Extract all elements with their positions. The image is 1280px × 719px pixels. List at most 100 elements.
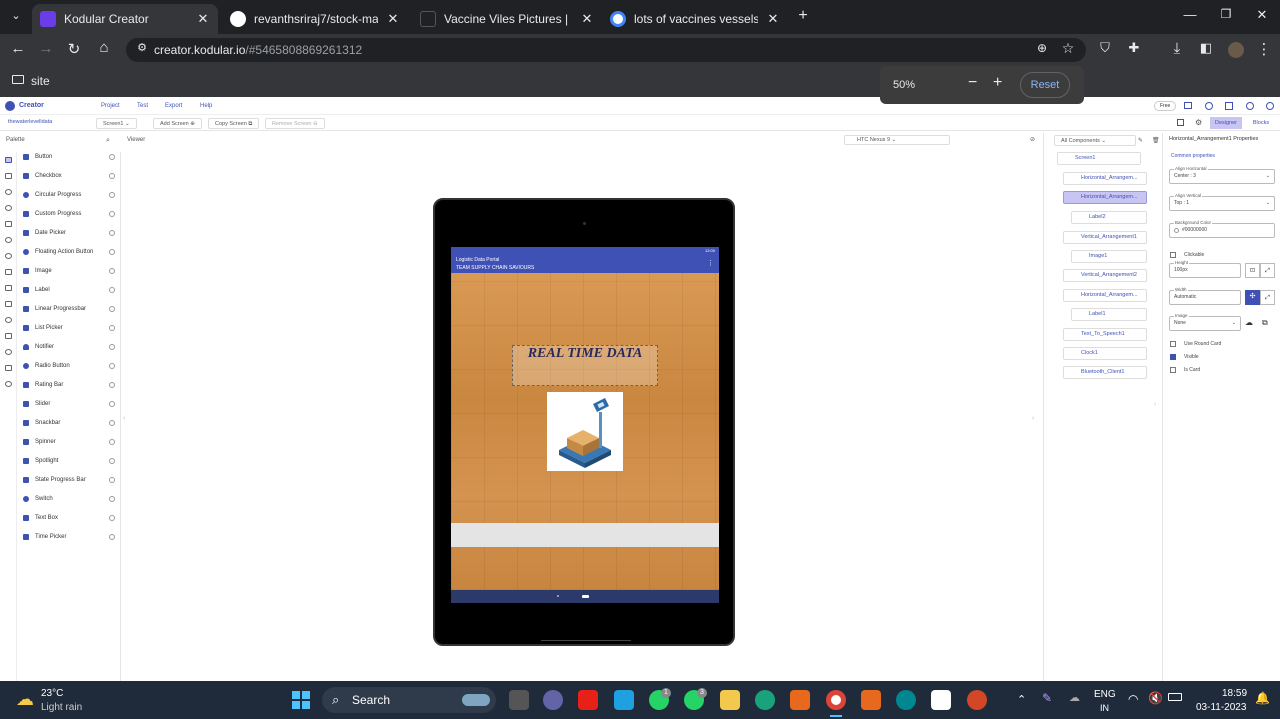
close-icon[interactable]: ✕ <box>580 11 594 27</box>
expand-right-icon[interactable]: › <box>1154 401 1156 408</box>
bookmark-site[interactable]: site <box>31 74 50 88</box>
windows-start-icon[interactable] <box>292 691 310 709</box>
close-icon[interactable]: ✕ <box>386 11 400 27</box>
zoom-in-button[interactable]: + <box>993 74 1002 92</box>
cloud-icon[interactable]: ☁ <box>1069 691 1080 704</box>
tree-node-label2[interactable]: Label2 <box>1071 211 1147 224</box>
info-icon[interactable] <box>109 381 115 388</box>
weather-cloud-icon[interactable]: ☁ <box>16 689 34 710</box>
blocks-button[interactable]: Blocks <box>1245 117 1277 129</box>
teams-icon[interactable] <box>543 690 563 710</box>
image-select[interactable]: None ⌄ <box>1169 316 1241 331</box>
clock-time[interactable]: 18:59 <box>1222 688 1247 699</box>
region-indicator[interactable]: IN <box>1100 703 1109 713</box>
folder-icon[interactable] <box>1184 102 1192 109</box>
info-icon[interactable] <box>109 324 115 331</box>
add-screen-button[interactable]: Add Screen ⊕ <box>153 118 202 129</box>
settings-icon[interactable]: ⚙ <box>1195 118 1202 127</box>
menu-help[interactable]: Help <box>200 103 212 109</box>
docs-icon[interactable] <box>1225 102 1233 110</box>
palette-item-text-box[interactable]: Text Box <box>23 508 115 527</box>
tree-node-vertical1[interactable]: Vertical_Arrangement1 <box>1063 231 1147 244</box>
close-icon[interactable]: ✕ <box>196 11 210 27</box>
info-icon[interactable] <box>109 191 115 198</box>
category-google-icon[interactable] <box>5 317 12 323</box>
info-icon[interactable] <box>109 229 115 236</box>
shield-icon[interactable]: ⛉ <box>1095 40 1115 56</box>
fill-parent-icon[interactable]: ⊡ <box>1245 263 1260 278</box>
remove-screen-button[interactable]: Remove Screen ⊖ <box>265 118 325 129</box>
palette-item-state-progress-bar[interactable]: State Progress Bar <box>23 470 115 489</box>
category-layout-icon[interactable] <box>5 173 12 179</box>
width-field[interactable]: Automatic <box>1169 290 1241 305</box>
task-view-icon[interactable] <box>509 690 529 710</box>
tree-node-tts[interactable]: Text_To_Speech1 <box>1063 328 1147 341</box>
back-icon[interactable]: ← <box>8 40 28 57</box>
palette-item-slider[interactable]: Slider <box>23 394 115 413</box>
collapse-left-icon[interactable]: ‹ <box>123 415 125 422</box>
info-icon[interactable] <box>109 514 115 521</box>
language-indicator[interactable]: ENG <box>1094 689 1116 700</box>
palette-item-checkbox[interactable]: Checkbox <box>23 166 115 185</box>
battery-icon[interactable] <box>1168 693 1182 701</box>
upload-icon[interactable]: ☁ <box>1245 318 1253 327</box>
menu-test[interactable]: Test <box>137 103 148 109</box>
arduino-icon[interactable] <box>896 690 916 710</box>
tree-node-screen1[interactable]: Screen1 <box>1057 152 1141 165</box>
address-bar[interactable]: ⚙ creator.kodular.io/#5465808869261312 ⊕… <box>126 38 1086 62</box>
capcut-icon[interactable] <box>931 690 951 710</box>
category-lego-icon[interactable] <box>5 365 12 371</box>
height-field[interactable]: 100px <box>1169 263 1241 278</box>
zoom-reset-button[interactable]: Reset <box>1020 72 1070 98</box>
menu-project[interactable]: Project <box>101 103 120 109</box>
info-icon[interactable] <box>109 400 115 407</box>
tree-node-vertical2[interactable]: Vertical_Arrangement2 <box>1063 269 1147 282</box>
powerpoint-icon[interactable] <box>967 690 987 710</box>
real-time-data-label[interactable]: REAL TIME DATA <box>528 346 643 361</box>
palette-item-spotlight[interactable]: Spotlight <box>23 451 115 470</box>
info-icon[interactable] <box>109 476 115 483</box>
category-other-icon[interactable] <box>5 381 12 387</box>
palette-item-list-picker[interactable]: List Picker <box>23 318 115 337</box>
is-card-checkbox[interactable] <box>1170 367 1176 373</box>
tree-node-horizontal2[interactable]: Horizontal_Arrangem... <box>1063 191 1147 204</box>
palette-item-label[interactable]: Label <box>23 280 115 299</box>
clickable-checkbox[interactable] <box>1170 252 1176 258</box>
weather-temp[interactable]: 23°C <box>41 688 63 699</box>
palette-item-circular-progress[interactable]: Circular Progress <box>23 185 115 204</box>
device-selector[interactable]: HTC Nexus 9 ⌄ <box>844 135 950 145</box>
info-icon[interactable] <box>109 286 115 293</box>
new-tab-icon[interactable]: + <box>793 7 813 25</box>
palette-item-linear-progressbar[interactable]: Linear Progressbar <box>23 299 115 318</box>
site-info-icon[interactable]: ⚙ <box>132 41 152 54</box>
category-maps-icon[interactable] <box>5 221 12 227</box>
reload-icon[interactable]: ↻ <box>64 40 84 58</box>
category-sensors-icon[interactable] <box>5 237 12 243</box>
info-icon[interactable] <box>109 248 115 255</box>
info-icon[interactable] <box>109 267 115 274</box>
palette-item-image[interactable]: Image <box>23 261 115 280</box>
info-icon[interactable] <box>109 495 115 502</box>
app-icon[interactable] <box>614 690 634 710</box>
info-icon[interactable] <box>109 153 115 160</box>
rename-icon[interactable]: ✎ <box>1138 137 1143 144</box>
category-drawing-icon[interactable] <box>5 205 12 211</box>
info-icon[interactable] <box>109 172 115 179</box>
tab-search-icon[interactable]: ⌄ <box>6 9 26 22</box>
forward-icon[interactable]: → <box>36 40 56 57</box>
category-social-icon[interactable] <box>5 253 12 259</box>
components-filter[interactable]: All Components ⌄ <box>1054 135 1136 146</box>
download-icon[interactable]: ⤓ <box>1167 40 1187 57</box>
tree-node-clock1[interactable]: Clock1 <box>1063 347 1147 360</box>
delete-icon[interactable]: 🗑 <box>1152 137 1160 144</box>
maximize-icon[interactable]: ❐ <box>1216 7 1236 21</box>
zoom-icon[interactable]: ⊕ <box>1032 41 1052 55</box>
edge-icon[interactable] <box>755 690 775 710</box>
image1-weighing-scale[interactable] <box>547 392 623 471</box>
youtube-icon[interactable] <box>578 690 598 710</box>
tree-node-bluetooth[interactable]: Bluetooth_Client1 <box>1063 366 1147 379</box>
palette-item-date-picker[interactable]: Date Picker <box>23 223 115 242</box>
category-monetization-icon[interactable] <box>5 333 12 339</box>
menu-export[interactable]: Export <box>165 103 182 109</box>
tree-node-label1[interactable]: Label1 <box>1071 308 1147 321</box>
